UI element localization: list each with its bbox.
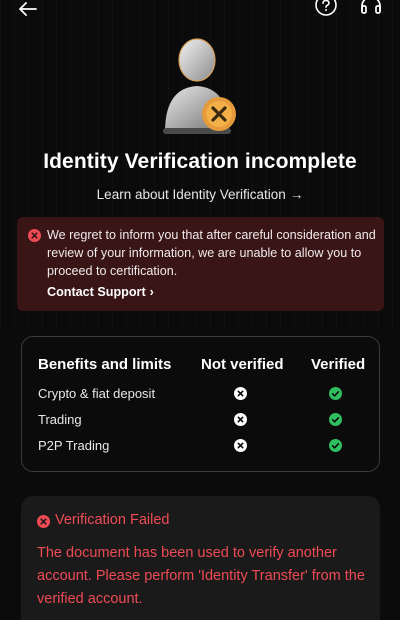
not-available-icon <box>234 413 247 426</box>
top-bar <box>0 0 400 22</box>
contact-support-label: Contact Support <box>47 285 146 299</box>
arrow-left-icon <box>19 2 37 16</box>
contact-support-link[interactable]: Contact Support › <box>47 285 154 299</box>
not-available-icon <box>234 387 247 400</box>
failed-title: Verification Failed <box>55 512 170 528</box>
row-label-p2p-trading: P2P Trading <box>38 438 110 453</box>
row-label-trading: Trading <box>38 412 82 427</box>
help-button[interactable] <box>312 0 340 22</box>
help-circle-icon <box>315 0 337 16</box>
rejection-alert: We regret to inform you that after caref… <box>17 217 384 311</box>
failed-message: The document has been used to verify ano… <box>37 545 365 607</box>
available-check-icon <box>329 413 342 426</box>
not-available-icon <box>234 439 247 452</box>
row-label-crypto-fiat-deposit: Crypto & fiat deposit <box>38 386 156 401</box>
learn-more-label: Learn about Identity Verification <box>96 187 286 202</box>
page-title: Identity Verification incomplete <box>43 150 357 173</box>
alert-message: We regret to inform you that after caref… <box>47 228 376 278</box>
error-circle-icon <box>28 229 41 242</box>
customer-support-button[interactable] <box>357 0 385 22</box>
available-check-icon <box>329 439 342 452</box>
back-button[interactable] <box>14 0 42 22</box>
header-not-verified: Not verified <box>201 356 284 373</box>
user-rejected-illustration <box>163 38 236 134</box>
error-circle-icon <box>37 515 50 528</box>
headset-icon <box>361 0 381 14</box>
header-verified: Verified <box>311 356 366 373</box>
arrow-right-icon: → <box>289 187 304 202</box>
benefits-limits-table: Benefits and limits Not verified Verifie… <box>21 336 380 472</box>
verification-failed-card: Verification Failed The document has bee… <box>21 496 380 620</box>
learn-more-link[interactable]: Learn about Identity Verification → <box>0 187 400 202</box>
chevron-right-icon: › <box>149 285 154 299</box>
available-check-icon <box>329 387 342 400</box>
header-benefits: Benefits and limits <box>38 356 172 373</box>
